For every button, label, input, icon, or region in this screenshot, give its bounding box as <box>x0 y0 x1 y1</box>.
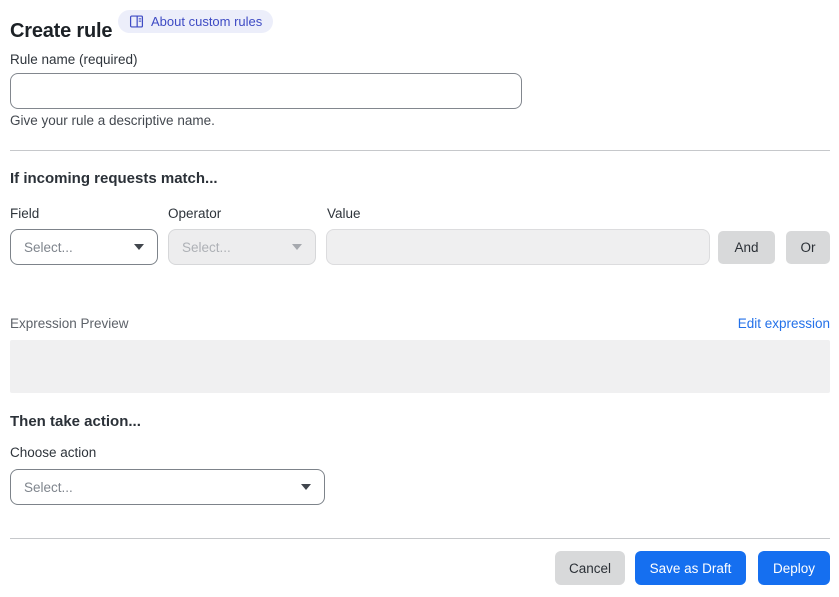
about-custom-rules-label: About custom rules <box>151 14 263 29</box>
action-section-heading: Then take action... <box>10 413 141 430</box>
value-column-label: Value <box>327 206 361 221</box>
rule-name-helper-text: Give your rule a descriptive name. <box>10 113 215 128</box>
rule-name-label: Rule name (required) <box>10 52 138 67</box>
about-custom-rules-link[interactable]: About custom rules <box>118 10 274 33</box>
action-select-placeholder: Select... <box>24 479 73 495</box>
operator-column-label: Operator <box>168 206 222 221</box>
operator-select: Select... <box>168 229 316 265</box>
page-title: Create rule <box>10 20 113 43</box>
chevron-down-icon <box>301 484 311 490</box>
edit-expression-link[interactable]: Edit expression <box>738 316 830 331</box>
footer-divider <box>10 538 830 539</box>
save-as-draft-button[interactable]: Save as Draft <box>635 551 746 585</box>
field-column-label: Field <box>10 206 40 221</box>
operator-select-placeholder: Select... <box>182 239 231 255</box>
rule-name-input[interactable] <box>10 73 522 109</box>
expression-preview-label: Expression Preview <box>10 316 129 331</box>
chevron-down-icon <box>134 244 144 250</box>
deploy-button[interactable]: Deploy <box>758 551 830 585</box>
and-button[interactable]: And <box>718 231 775 264</box>
field-select-placeholder: Select... <box>24 239 73 255</box>
field-select[interactable]: Select... <box>10 229 158 265</box>
section-divider <box>10 150 830 151</box>
create-rule-page: Create rule About custom rules Rule name… <box>0 0 839 597</box>
cancel-button[interactable]: Cancel <box>555 551 625 585</box>
or-button[interactable]: Or <box>786 231 830 264</box>
value-input <box>326 229 710 265</box>
action-select[interactable]: Select... <box>10 469 325 505</box>
chevron-down-icon <box>292 244 302 250</box>
choose-action-label: Choose action <box>10 445 97 460</box>
book-icon <box>129 14 144 29</box>
match-section-heading: If incoming requests match... <box>10 170 218 187</box>
expression-preview-box <box>10 340 830 393</box>
